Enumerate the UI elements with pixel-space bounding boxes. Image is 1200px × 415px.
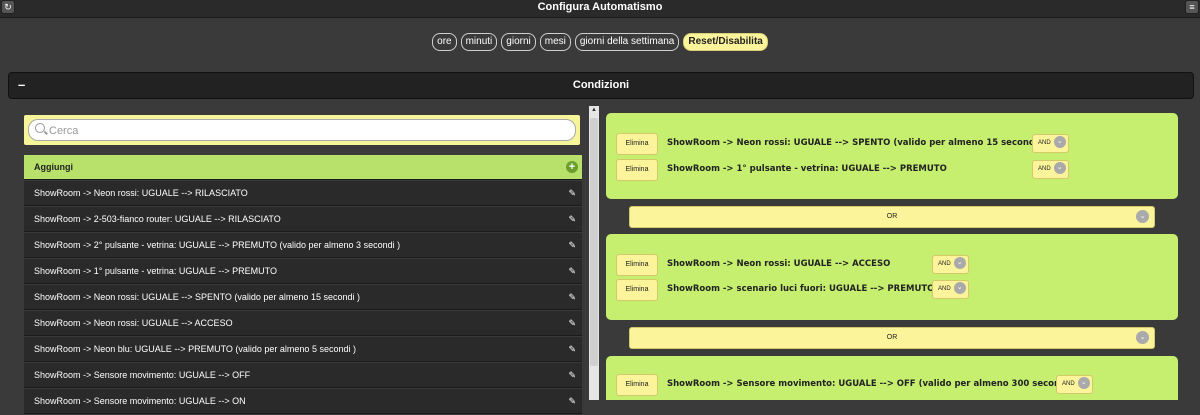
- chevron-down-icon: ⌄: [953, 257, 966, 270]
- or-label: OR: [886, 334, 898, 341]
- condition-text: ShowRoom -> Neon rossi: UGUALE --> ACCES…: [667, 259, 891, 269]
- condition-text: ShowRoom -> 1° pulsante - vetrina: UGUAL…: [667, 164, 947, 174]
- condition-group: Elimina ShowRoom -> Neon rossi: UGUALE -…: [606, 234, 1178, 320]
- operator-select[interactable]: AND ⌄: [1032, 160, 1069, 179]
- chevron-down-icon: ⌄: [953, 282, 966, 295]
- list-item[interactable]: ShowRoom -> Neon blu: UGUALE --> PREMUTO…: [24, 337, 582, 362]
- list-item-label: ShowRoom -> 1° pulsante - vetrina: UGUAL…: [34, 266, 278, 276]
- list-item[interactable]: ShowRoom -> 1° pulsante - vetrina: UGUAL…: [24, 259, 582, 284]
- condition-row: Elimina ShowRoom -> 1° pulsante - vetrin…: [616, 159, 1176, 183]
- delete-button[interactable]: Elimina: [616, 374, 658, 396]
- time-button-mesi[interactable]: mesi: [539, 33, 571, 51]
- window-title: Configura Automatismo: [537, 1, 663, 13]
- or-label: OR: [886, 213, 898, 220]
- chevron-down-icon: ⌄: [1077, 377, 1090, 390]
- condition-group: Elimina ShowRoom -> Neon rossi: UGUALE -…: [606, 113, 1178, 199]
- operator-select[interactable]: AND ⌄: [1056, 375, 1093, 394]
- edit-icon[interactable]: ✎: [568, 285, 576, 309]
- time-button-giorni-settimana[interactable]: giorni della settimana: [574, 33, 680, 51]
- add-item[interactable]: Aggiungi +: [24, 155, 582, 180]
- search-box: [28, 119, 576, 141]
- list-item[interactable]: ShowRoom -> Sensore movimento: UGUALE --…: [24, 389, 582, 414]
- menu-icon[interactable]: ≡: [1185, 0, 1199, 14]
- list-item-label: ShowRoom -> Sensore movimento: UGUALE --…: [34, 370, 251, 380]
- list-item-label: ShowRoom -> Neon blu: UGUALE --> PREMUTO…: [34, 344, 356, 354]
- edit-icon[interactable]: ✎: [568, 181, 576, 205]
- reset-disable-button[interactable]: Reset/Disabilita: [683, 33, 768, 51]
- list-item[interactable]: ShowRoom -> Neon rossi: UGUALE --> ACCES…: [24, 311, 582, 336]
- chevron-down-icon: ⌄: [1053, 162, 1066, 175]
- list-item[interactable]: ShowRoom -> Neon rossi: UGUALE --> SPENT…: [24, 285, 582, 310]
- list-item-label: ShowRoom -> Neon rossi: UGUALE --> SPENT…: [34, 292, 360, 302]
- search-icon: [35, 123, 45, 133]
- chevron-down-icon[interactable]: ⌄: [1136, 331, 1149, 344]
- list-item[interactable]: ShowRoom -> 2° pulsante - vetrina: UGUAL…: [24, 233, 582, 258]
- edit-icon[interactable]: ✎: [568, 311, 576, 335]
- edit-icon[interactable]: ✎: [568, 363, 576, 387]
- condition-row: Elimina ShowRoom -> Sensore movimento: U…: [616, 374, 1176, 398]
- time-filter-bar: ore minuti giorni mesi giorni della sett…: [0, 33, 1200, 55]
- operator-select[interactable]: AND ⌄: [932, 255, 969, 274]
- operator-label: AND: [1038, 166, 1051, 172]
- or-separator[interactable]: OR ⌄: [629, 327, 1155, 349]
- chevron-down-icon[interactable]: ⌄: [1136, 210, 1149, 223]
- condition-row: Elimina ShowRoom -> Neon rossi: UGUALE -…: [616, 254, 1176, 278]
- add-icon[interactable]: +: [566, 161, 578, 173]
- list-item-label: ShowRoom -> 2° pulsante - vetrina: UGUAL…: [34, 240, 401, 250]
- operator-label: AND: [938, 261, 951, 267]
- edit-icon[interactable]: ✎: [568, 337, 576, 361]
- operator-label: AND: [1038, 140, 1051, 146]
- list-item[interactable]: ShowRoom -> Sensore movimento: UGUALE --…: [24, 363, 582, 388]
- search-container: [24, 115, 580, 145]
- condition-group: Elimina ShowRoom -> Sensore movimento: U…: [606, 356, 1178, 400]
- condition-text: ShowRoom -> Sensore movimento: UGUALE --…: [667, 379, 1076, 389]
- scroll-up-icon[interactable]: ▲: [589, 107, 599, 113]
- list-item[interactable]: ShowRoom -> Neon rossi: UGUALE --> RILAS…: [24, 181, 582, 206]
- time-button-minuti[interactable]: minuti: [460, 33, 498, 51]
- edit-icon[interactable]: ✎: [568, 207, 576, 231]
- operator-select[interactable]: AND ⌄: [932, 280, 969, 299]
- list-item-label: ShowRoom -> Neon rossi: UGUALE --> RILAS…: [34, 188, 248, 198]
- list-item-label: ShowRoom -> Neon rossi: UGUALE --> ACCES…: [34, 318, 233, 328]
- condition-row: Elimina ShowRoom -> Neon rossi: UGUALE -…: [616, 133, 1176, 157]
- list-item[interactable]: ShowRoom -> 2-503-fianco router: UGUALE …: [24, 207, 582, 232]
- scrollbar[interactable]: ▲: [589, 106, 599, 400]
- condition-row: Elimina ShowRoom -> scenario luci fuori:…: [616, 279, 1176, 303]
- condition-text: ShowRoom -> Neon rossi: UGUALE --> SPENT…: [667, 138, 1045, 148]
- title-bar: ↻ Configura Automatismo ≡: [0, 0, 1200, 18]
- edit-icon[interactable]: ✎: [568, 233, 576, 257]
- delete-button[interactable]: Elimina: [616, 159, 658, 181]
- scroll-thumb[interactable]: [590, 118, 598, 366]
- edit-icon[interactable]: ✎: [568, 259, 576, 283]
- delete-button[interactable]: Elimina: [616, 254, 658, 276]
- condition-text: ShowRoom -> scenario luci fuori: UGUALE …: [667, 284, 935, 294]
- chevron-down-icon: ⌄: [1053, 136, 1066, 149]
- or-separator[interactable]: OR ⌄: [629, 206, 1155, 228]
- delete-button[interactable]: Elimina: [616, 279, 658, 301]
- edit-icon[interactable]: ✎: [568, 389, 576, 413]
- time-button-giorni[interactable]: giorni: [501, 33, 536, 51]
- condition-list: Aggiungi + ShowRoom -> Neon rossi: UGUAL…: [24, 155, 582, 415]
- list-item-label: ShowRoom -> 2-503-fianco router: UGUALE …: [34, 214, 281, 224]
- time-button-ore[interactable]: ore: [432, 33, 457, 51]
- list-item-label: ShowRoom -> Sensore movimento: UGUALE --…: [34, 396, 246, 406]
- operator-select[interactable]: AND ⌄: [1032, 134, 1069, 153]
- section-title: Condizioni: [572, 79, 630, 91]
- add-label: Aggiungi: [34, 162, 73, 172]
- operator-label: AND: [1062, 381, 1075, 387]
- delete-button[interactable]: Elimina: [616, 133, 658, 155]
- search-input[interactable]: [47, 121, 551, 141]
- conditions-header[interactable]: – Condizioni: [8, 72, 1194, 99]
- operator-label: AND: [938, 286, 951, 292]
